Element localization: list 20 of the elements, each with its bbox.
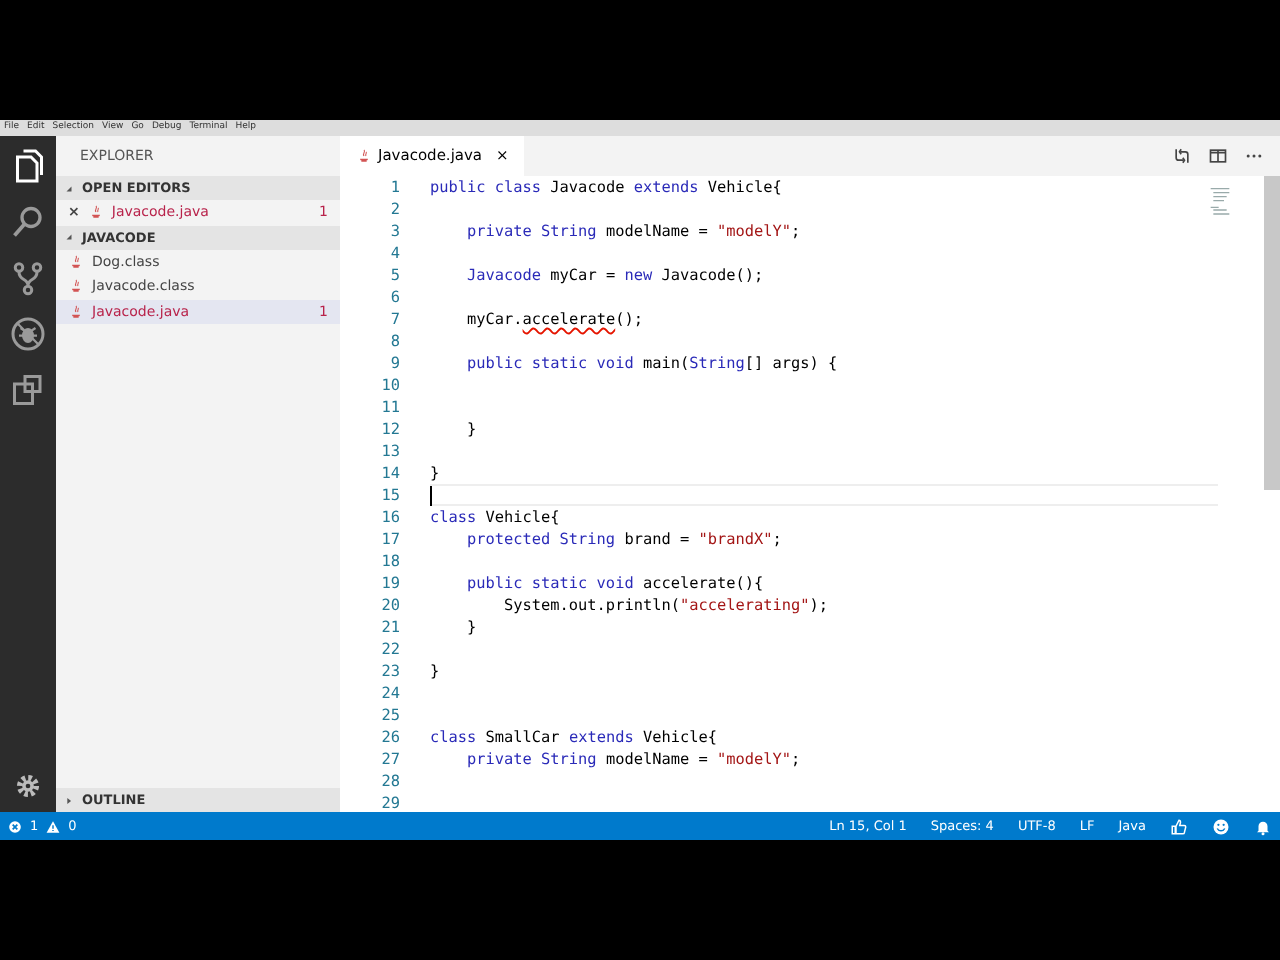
bug-icon[interactable]	[10, 316, 46, 352]
files-icon[interactable]	[10, 148, 46, 184]
text-cursor	[430, 486, 432, 506]
java-file-icon	[356, 148, 372, 164]
split-editor-icon[interactable]	[1208, 146, 1228, 166]
java-file-icon	[68, 253, 84, 270]
java-file-icon	[87, 204, 104, 221]
java-file-icon	[68, 278, 84, 295]
extensions-icon[interactable]	[10, 372, 46, 408]
bell-icon[interactable]	[1254, 817, 1272, 835]
error-icon[interactable]	[8, 819, 22, 833]
search-icon[interactable]	[10, 204, 46, 240]
warning-icon[interactable]	[46, 819, 61, 833]
settings-icon[interactable]	[14, 772, 42, 800]
java-file-icon	[68, 303, 84, 320]
scrollbar-thumb[interactable]	[1264, 176, 1280, 490]
source-control-icon[interactable]	[10, 260, 46, 296]
compare-icon[interactable]	[1172, 146, 1192, 166]
thumbs-up-icon[interactable]	[1170, 817, 1188, 835]
smiley-icon[interactable]	[1212, 817, 1230, 835]
